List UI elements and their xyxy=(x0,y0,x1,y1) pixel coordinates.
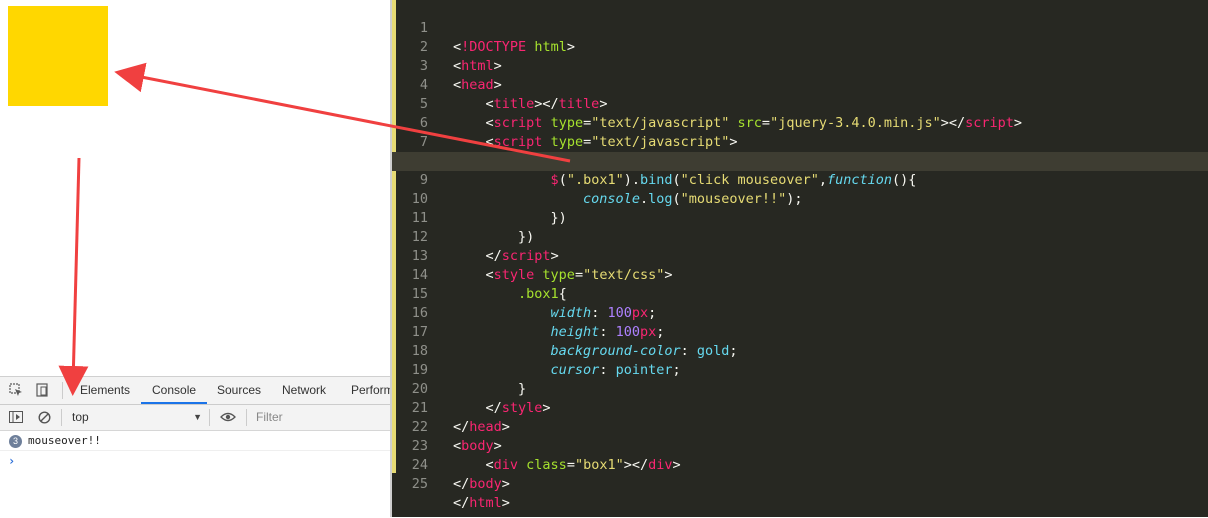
context-selector[interactable]: top ▼ xyxy=(66,408,206,426)
tab-sources[interactable]: Sources xyxy=(217,377,261,404)
toolbar-divider xyxy=(61,409,62,426)
console-message-row: 3 mouseover!! xyxy=(0,432,391,451)
console-toolbar: top ▼ xyxy=(0,405,396,431)
code-line-6: 6 <script type="text/javascript"> xyxy=(392,95,1208,150)
repeat-count-badge: 3 xyxy=(9,435,22,448)
clear-console-icon[interactable] xyxy=(36,409,52,425)
browser-viewport: Elements Console Sources Network Perform… xyxy=(0,0,396,518)
code-line-18: 18 cursor: pointer; xyxy=(392,323,1208,378)
code-line-8: 8 $(".box1").bind("click mouseover",func… xyxy=(392,133,1208,188)
toolbar-divider xyxy=(209,409,210,426)
inspect-element-icon[interactable] xyxy=(8,382,24,398)
device-toolbar-icon[interactable] xyxy=(34,382,50,398)
tab-elements[interactable]: Elements xyxy=(80,377,130,404)
console-message-text: mouseover!! xyxy=(28,434,101,447)
code-line-2: 2 <html> xyxy=(392,19,1208,74)
toolbar-divider xyxy=(246,409,247,426)
code-line-16: 16 height: 100px; xyxy=(392,285,1208,340)
tab-network[interactable]: Network xyxy=(282,377,326,404)
sidebar-toggle-icon[interactable] xyxy=(8,409,24,425)
code-line-21: 21 </head> xyxy=(392,380,1208,435)
code-line-24: 24 </body> xyxy=(392,437,1208,492)
code-line-12: 12 </script> xyxy=(392,209,1208,264)
code-line-5: 5 <script type="text/javascript" src="jq… xyxy=(392,76,1208,131)
filter-input[interactable] xyxy=(252,408,396,426)
code-line-19: 19 } xyxy=(392,342,1208,397)
console-prompt[interactable]: › xyxy=(8,454,15,468)
code-text: </body> xyxy=(453,476,510,492)
tab-performance[interactable]: Perform xyxy=(351,377,394,404)
toolbar-divider xyxy=(62,382,63,399)
code-line-17: 17 background-color: gold; xyxy=(392,304,1208,359)
code-line-11: 11 }) xyxy=(392,190,1208,245)
code-line-25: 25 </html> xyxy=(392,456,1208,511)
code-line-22: 22 <body> xyxy=(392,399,1208,454)
code-line-13: 13 <style type="text/css"> xyxy=(392,228,1208,283)
line-number: 25 xyxy=(411,476,428,492)
code-line-1: 1 <!DOCTYPE html> xyxy=(392,0,1208,55)
context-value: top xyxy=(72,410,89,424)
code-line-23: 23 <div class="box1"></div> xyxy=(392,418,1208,473)
code-text: </html> xyxy=(453,495,510,511)
gold-box[interactable] xyxy=(8,6,108,106)
code-line-7: 7 $(function(){ xyxy=(392,114,1208,169)
devtools-tab-bar: Elements Console Sources Network Perform xyxy=(0,377,394,405)
code-editor[interactable]: 1 <!DOCTYPE html> 2 <html> 3 <head> 4 <t… xyxy=(392,0,1208,517)
code-line-3: 3 <head> xyxy=(392,38,1208,93)
dropdown-arrow-icon: ▼ xyxy=(193,412,202,422)
code-line-14: 14 .box1{ xyxy=(392,247,1208,302)
tab-console[interactable]: Console xyxy=(141,377,208,404)
code-line-9: 9 console.log("mouseover!!"); xyxy=(392,152,1208,207)
eye-icon[interactable] xyxy=(220,409,236,425)
code-line-10: 10 }) xyxy=(392,171,1208,226)
devtools-panel: Elements Console Sources Network Perform… xyxy=(0,376,396,518)
code-line-15: 15 width: 100px; xyxy=(392,266,1208,321)
code-line-4: 4 <title></title> xyxy=(392,57,1208,112)
code-line-20: 20 </style> xyxy=(392,361,1208,416)
